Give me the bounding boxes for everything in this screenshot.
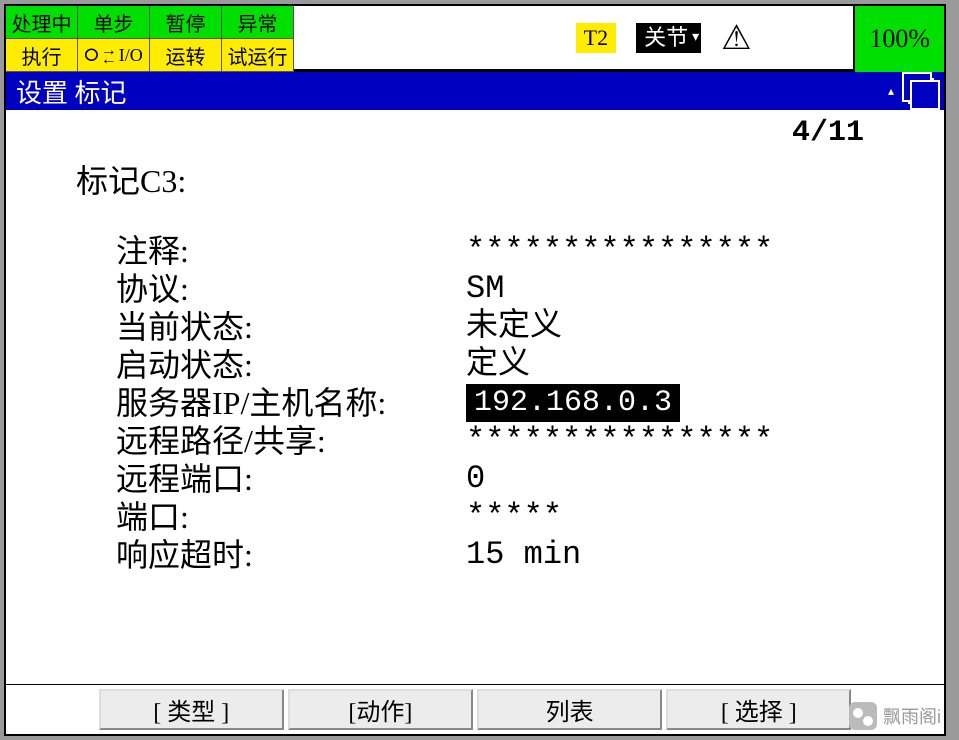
wechat-icon: [849, 702, 877, 730]
override-percent[interactable]: 100%: [853, 6, 944, 72]
field-row[interactable]: 注释:****************: [116, 232, 944, 270]
status-grid: 处理中 单步 暂停 异常 执行 ⭘ →← I/O 运转 试运行: [6, 6, 294, 69]
field-label: 当前状态:: [116, 308, 466, 346]
topbar-mid: T2 关节▾ ⚠: [294, 6, 853, 69]
field-value[interactable]: ****************: [466, 232, 773, 270]
status-execute[interactable]: 执行: [6, 39, 78, 72]
watermark: 飘雨阁i: [849, 702, 941, 730]
softkey-type[interactable]: [ 类型 ]: [99, 689, 284, 730]
softkey-spacer-left: [6, 685, 97, 734]
field-label: 启动状态:: [116, 346, 466, 384]
teach-pendant-screen: 处理中 单步 暂停 异常 执行 ⭘ →← I/O 运转 试运行 T2 关节▾ ⚠…: [4, 4, 946, 736]
page-heading: 标记C3:: [76, 156, 944, 202]
field-value[interactable]: ****************: [466, 422, 773, 460]
field-row[interactable]: 当前状态:未定义: [116, 308, 944, 346]
field-row[interactable]: 启动状态:定义: [116, 346, 944, 384]
warning-icon: ⚠: [721, 18, 751, 58]
field-value[interactable]: 定义: [466, 346, 530, 384]
teach-mode-badge[interactable]: T2: [576, 23, 616, 53]
title-bar: 设置 标记 ▴: [6, 72, 944, 110]
title-text: 设置 标记: [16, 73, 127, 110]
field-value[interactable]: SM: [466, 270, 504, 308]
field-value[interactable]: 未定义: [466, 308, 562, 346]
field-label: 服务器IP/主机名称:: [116, 384, 466, 422]
field-row[interactable]: 服务器IP/主机名称:192.168.0.3: [116, 384, 944, 422]
status-abnormal[interactable]: 异常: [222, 6, 294, 39]
field-value[interactable]: 15 min: [466, 536, 581, 574]
io-icon: ⭘ →← I/O: [84, 45, 142, 66]
field-label: 协议:: [116, 270, 466, 308]
field-label: 响应超时:: [116, 536, 466, 574]
field-row[interactable]: 协议:SM: [116, 270, 944, 308]
field-label: 端口:: [116, 498, 466, 536]
status-pause[interactable]: 暂停: [150, 6, 222, 39]
field-row[interactable]: 端口:*****: [116, 498, 944, 536]
status-processing[interactable]: 处理中: [6, 6, 78, 39]
softkey-list[interactable]: 列表: [477, 689, 662, 730]
status-testrun[interactable]: 试运行: [222, 39, 294, 72]
content-area: 4/11 标记C3: 注释:****************协议:SM当前状态:…: [6, 110, 944, 681]
softkey-action[interactable]: [动作]: [288, 689, 473, 730]
top-status-bar: 处理中 单步 暂停 异常 执行 ⭘ →← I/O 运转 试运行 T2 关节▾ ⚠…: [6, 6, 944, 72]
field-rows: 注释:****************协议:SM当前状态:未定义启动状态:定义服…: [116, 232, 944, 574]
window-icon[interactable]: [908, 78, 934, 104]
coord-mode-badge[interactable]: 关节▾: [636, 23, 701, 53]
field-label: 注释:: [116, 232, 466, 270]
scroll-up-icon[interactable]: ▴: [888, 84, 894, 99]
field-label: 远程路径/共享:: [116, 422, 466, 460]
status-singlestep[interactable]: 单步: [78, 6, 150, 39]
field-row[interactable]: 远程路径/共享:****************: [116, 422, 944, 460]
pager: 4/11: [792, 116, 864, 150]
status-run[interactable]: 运转: [150, 39, 222, 72]
field-value[interactable]: *****: [466, 498, 562, 536]
softkey-bar: [ 类型 ] [动作] 列表 [ 选择 ]: [6, 684, 944, 734]
status-io[interactable]: ⭘ →← I/O: [78, 39, 150, 72]
chevron-down-icon: ▾: [688, 23, 699, 53]
field-value[interactable]: 0: [466, 460, 485, 498]
field-row[interactable]: 响应超时:15 min: [116, 536, 944, 574]
softkey-select[interactable]: [ 选择 ]: [666, 689, 851, 730]
field-value-selected[interactable]: 192.168.0.3: [466, 384, 680, 422]
field-label: 远程端口:: [116, 460, 466, 498]
field-row[interactable]: 远程端口:0: [116, 460, 944, 498]
